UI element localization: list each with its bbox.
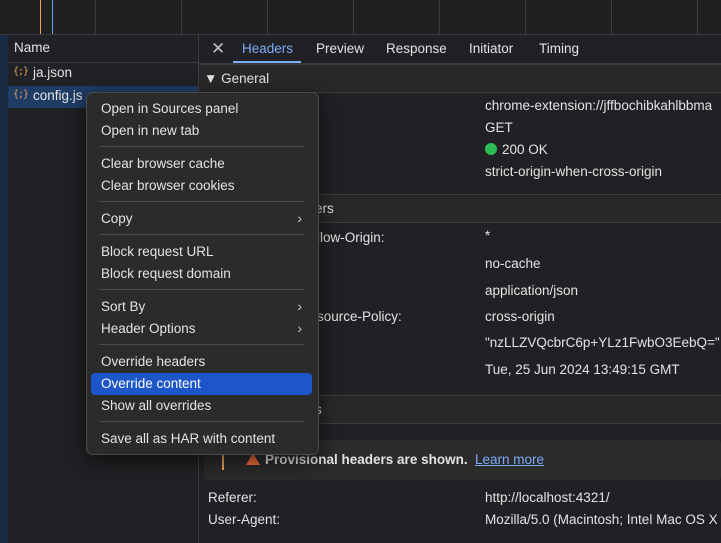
active-tab-indicator [233,61,301,63]
chevron-right-icon: › [297,210,302,226]
request-name: ja.json [33,65,73,80]
menu-separator [99,146,304,147]
menu-separator [99,421,304,422]
menu-item-label: Block request URL [101,244,214,259]
menu-item-label: Clear browser cookies [101,178,235,193]
header-key: source-Policy: [317,309,402,324]
menu-item-override-content[interactable]: Override content [91,373,312,395]
tab-preview[interactable]: Preview [316,41,364,56]
timeline-gridline [95,0,96,34]
status-ok-icon [485,143,497,155]
chevron-right-icon: › [297,320,302,336]
header-value: cross-origin [485,309,555,324]
general-section-header[interactable]: ▼ General [199,64,721,93]
menu-item-override-headers[interactable]: Override headers [91,351,312,373]
menu-item-label: Override headers [101,354,206,369]
section-title: ▼ General [204,71,270,86]
menu-item-label: Block request domain [101,266,231,281]
timeline-gridline [353,0,354,34]
request-row-ja-json[interactable]: {;} ja.json [8,63,198,85]
menu-item-label: Override content [101,376,201,391]
menu-item-label: Open in Sources panel [101,101,239,116]
menu-item-block-domain[interactable]: Block request domain [91,263,312,285]
menu-item-label: Header Options [101,321,196,336]
detail-tab-bar: ✕ Headers Preview Response Initiator Tim… [199,35,721,64]
name-column-header[interactable]: Name [8,35,198,63]
menu-item-header-options[interactable]: Header Options › [91,318,312,340]
menu-separator [99,344,304,345]
header-key: Referer: [208,490,257,505]
name-column-label: Name [14,40,51,55]
header-value: Tue, 25 Jun 2024 13:49:15 GMT [485,362,680,377]
timeline-gridline [181,0,182,34]
header-key: User-Agent: [208,512,281,527]
timeline-gridline [439,0,440,34]
header-key: llow-Origin: [317,230,385,245]
timeline-gridline [525,0,526,34]
timeline-dom-marker [40,0,41,34]
header-value: application/json [485,283,579,298]
tab-headers[interactable]: Headers [242,41,293,56]
timeline-load-marker [52,0,53,34]
request-list-gutter [0,35,8,543]
menu-item-label: Save all as HAR with content [101,431,276,446]
network-timeline[interactable] [0,0,721,35]
status-text: 200 OK [502,142,548,157]
close-icon[interactable]: ✕ [211,39,225,59]
menu-item-label: Show all overrides [101,398,212,413]
timeline-gridline [267,0,268,34]
menu-separator [99,289,304,290]
menu-item-block-url[interactable]: Block request URL [91,241,312,263]
timeline-gridline [611,0,612,34]
header-value: no-cache [485,256,541,271]
header-value: http://localhost:4321/ [485,490,610,505]
menu-item-label: Copy [101,211,133,226]
menu-item-sort-by[interactable]: Sort By › [91,296,312,318]
menu-separator [99,234,304,235]
learn-more-link[interactable]: Learn more [475,452,544,467]
menu-item-label: Sort By [101,299,146,314]
header-value: "nzLLZVQcbrC6p+YLz1FwbO3EebQ=" [485,335,720,350]
header-value: * [485,228,491,243]
menu-item-open-in-new-tab[interactable]: Open in new tab [91,120,312,142]
request-url-value: chrome-extension://jffbochibkahlbbma [485,98,713,113]
status-code-value: 200 OK [485,142,548,157]
json-file-icon: {;} [13,66,29,77]
tab-response[interactable]: Response [386,41,447,56]
menu-item-label: Open in new tab [101,123,200,138]
context-menu: Open in Sources panel Open in new tab Cl… [86,92,319,455]
request-name: config.js [33,88,83,103]
tab-timing[interactable]: Timing [539,41,579,56]
menu-item-label: Clear browser cache [101,156,225,171]
menu-item-clear-cache[interactable]: Clear browser cache [91,153,312,175]
request-method-value: GET [485,120,513,135]
tab-initiator[interactable]: Initiator [469,41,513,56]
menu-item-save-har[interactable]: Save all as HAR with content [91,428,312,450]
menu-item-clear-cookies[interactable]: Clear browser cookies [91,175,312,197]
menu-item-copy[interactable]: Copy › [91,208,312,230]
menu-item-show-all-overrides[interactable]: Show all overrides [91,395,312,417]
referrer-policy-value: strict-origin-when-cross-origin [485,164,663,179]
timeline-gridline [697,0,698,34]
menu-item-open-in-sources[interactable]: Open in Sources panel [91,98,312,120]
script-file-icon: {;} [13,89,29,100]
menu-separator [99,201,304,202]
header-value: Mozilla/5.0 (Macintosh; Intel Mac OS X [485,512,718,527]
chevron-right-icon: › [297,298,302,314]
